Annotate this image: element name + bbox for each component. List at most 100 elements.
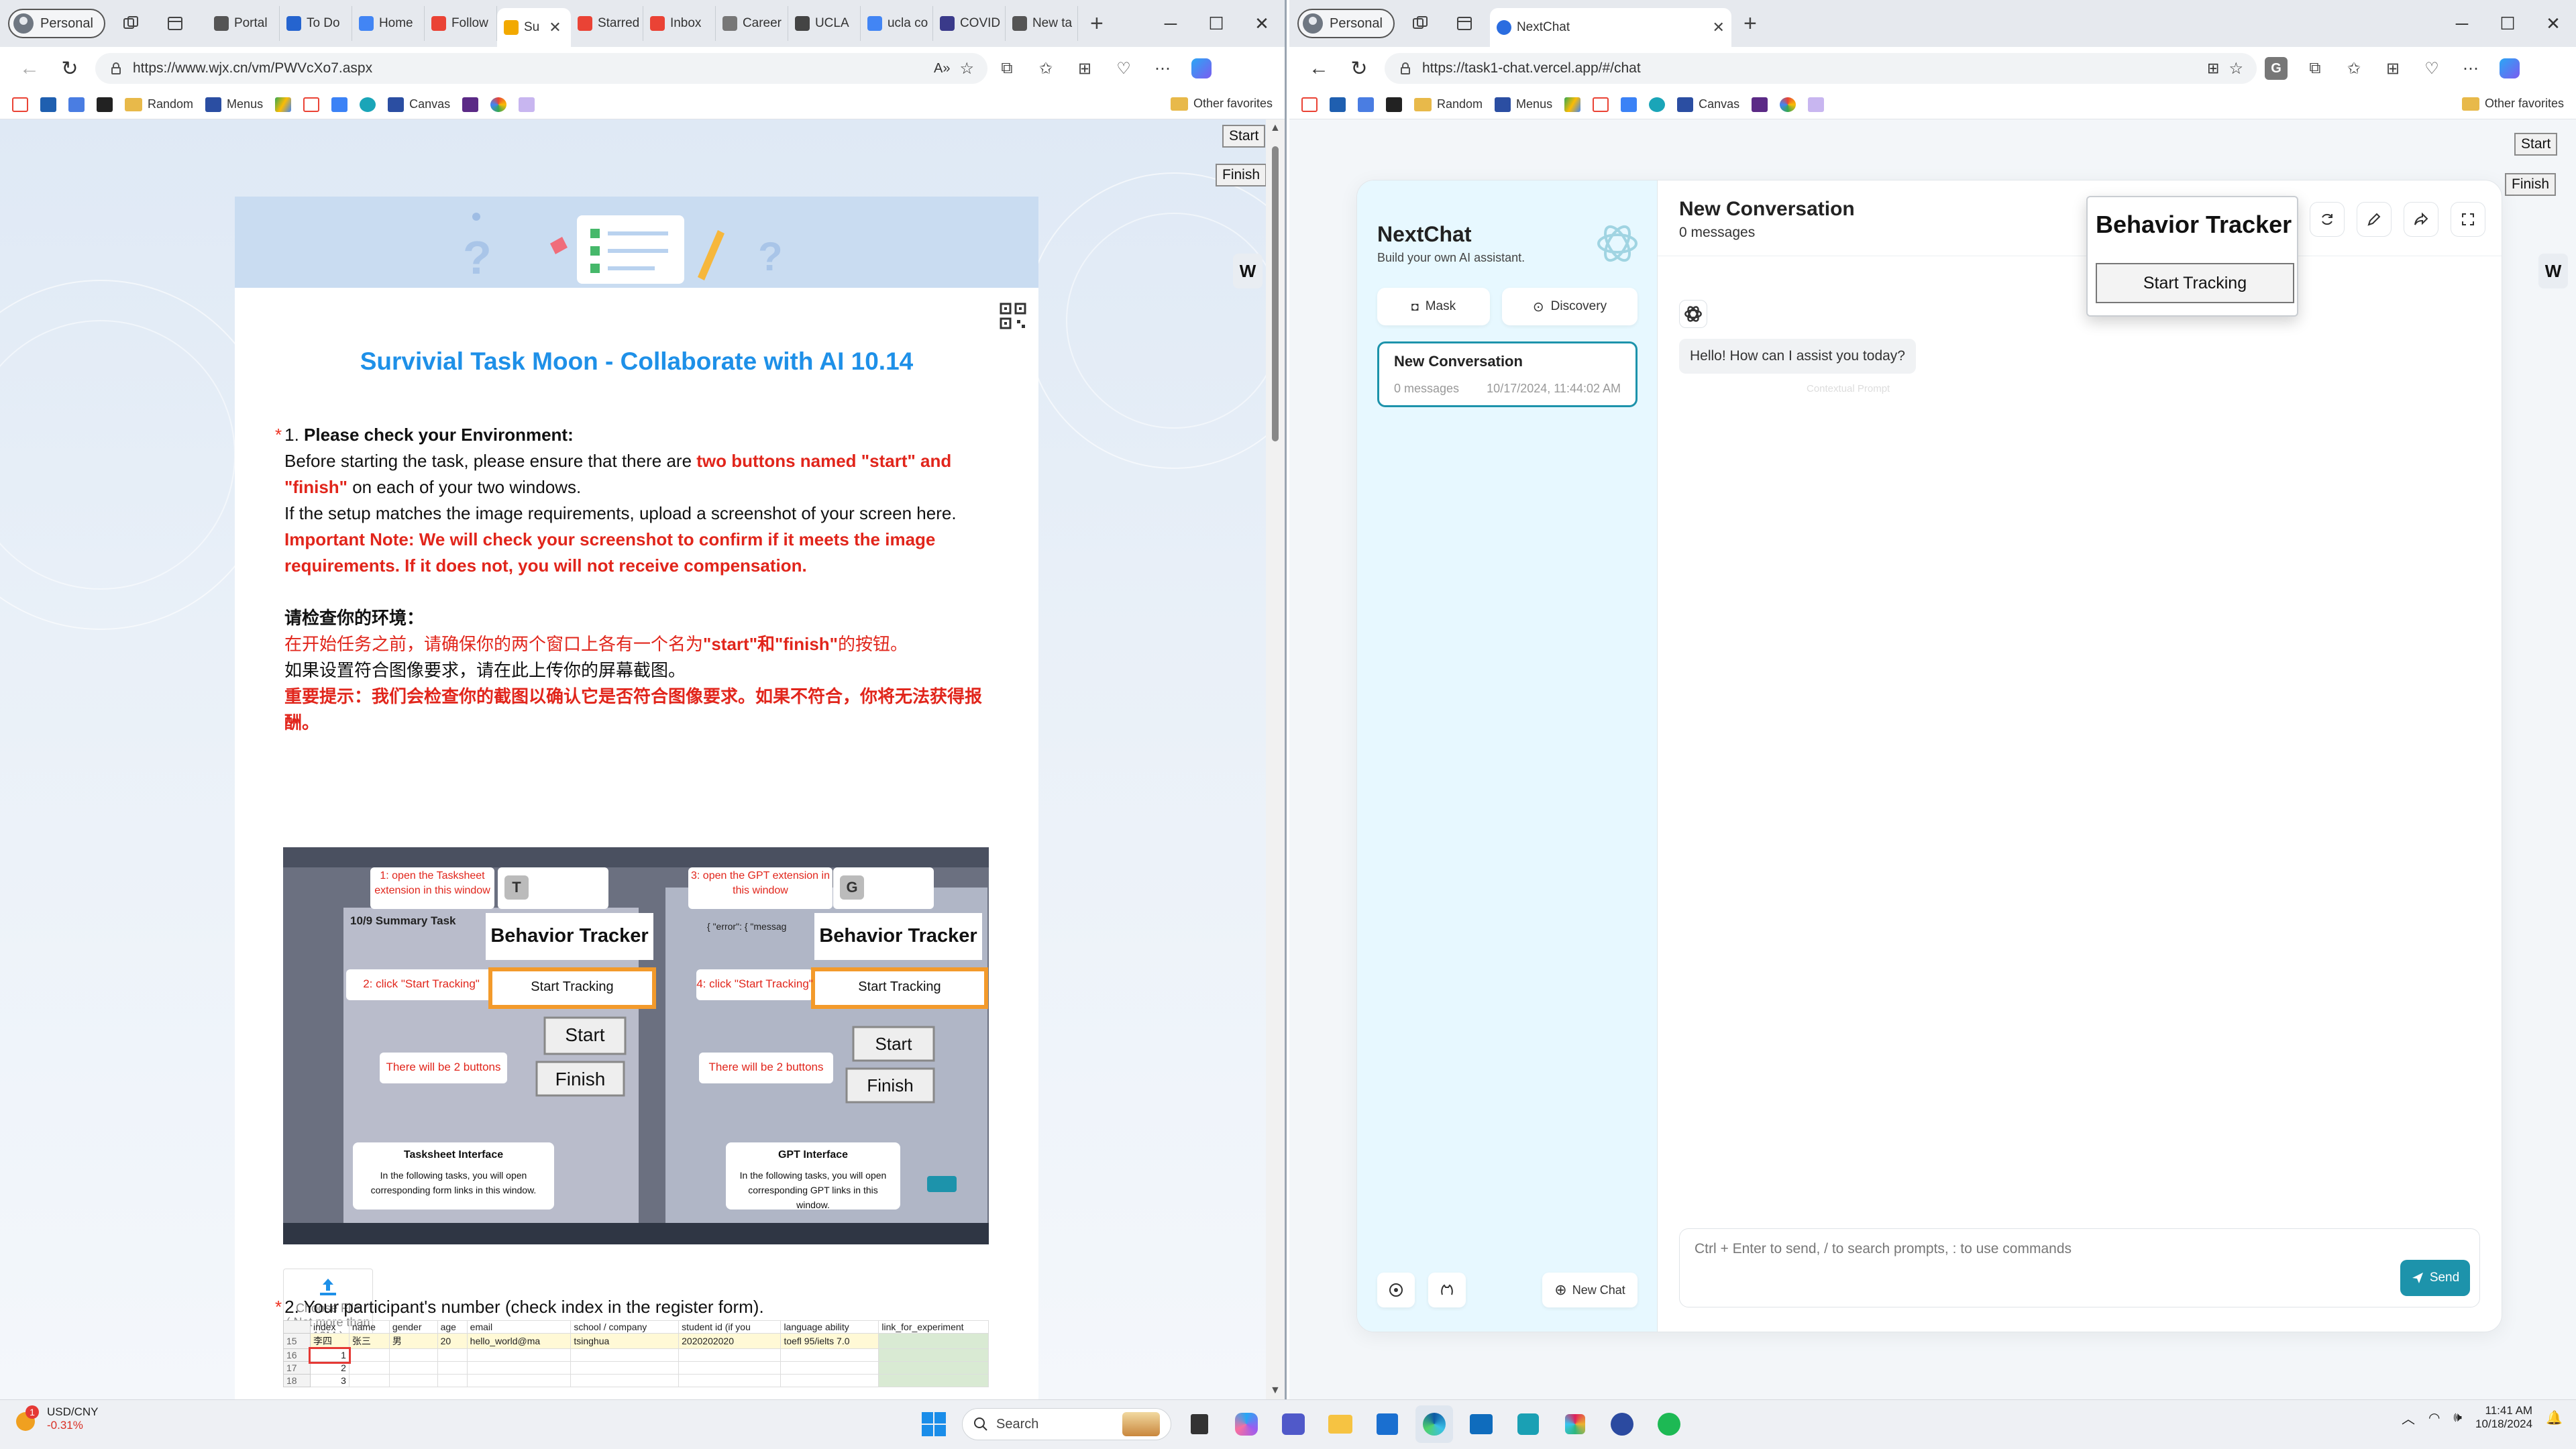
address-bar[interactable]: https://www.wjx.cn/vm/PWVcXo7.aspx A» ☆: [95, 53, 987, 84]
tab-item[interactable]: Home: [352, 6, 425, 41]
tab-item[interactable]: To Do: [280, 6, 352, 41]
page-scrollbar[interactable]: ▲ ▼: [1266, 119, 1285, 1399]
conversation-item[interactable]: New Conversation 0 messages 10/17/2024, …: [1377, 341, 1638, 407]
tab-item[interactable]: Starred: [571, 6, 643, 41]
fav-calendar[interactable]: [331, 97, 348, 112]
fav-menus[interactable]: Menus: [205, 97, 263, 112]
minimize-button[interactable]: ─: [2439, 0, 2485, 47]
fav-random[interactable]: Random: [1414, 97, 1483, 111]
extensions-icon[interactable]: ⧉: [2296, 49, 2334, 88]
refresh-chat-button[interactable]: [2310, 202, 2345, 237]
clock[interactable]: 11:41 AM 10/18/2024: [2475, 1404, 2532, 1431]
extensions-icon[interactable]: ⧉: [987, 49, 1026, 88]
copilot-icon[interactable]: [1182, 49, 1221, 88]
scroll-up-icon[interactable]: ▲: [1270, 122, 1281, 134]
workspaces-icon[interactable]: [112, 5, 150, 42]
browser-essentials-icon[interactable]: ♡: [2412, 49, 2451, 88]
w-extension-button[interactable]: W: [2538, 254, 2568, 288]
refresh-button[interactable]: ↻: [50, 48, 90, 89]
wifi-icon[interactable]: ◠: [2428, 1409, 2440, 1426]
favorites-icon[interactable]: ✩: [2334, 49, 2373, 88]
close-tab-icon[interactable]: ✕: [1713, 19, 1725, 36]
edit-chat-button[interactable]: [2357, 202, 2392, 237]
finish-button[interactable]: Finish: [1216, 164, 1267, 186]
back-button[interactable]: ←: [9, 48, 50, 89]
fullscreen-button[interactable]: [2451, 202, 2485, 237]
tab-item[interactable]: Inbox: [643, 6, 716, 41]
stock-widget[interactable]: 1 USD/CNY -0.31%: [13, 1405, 99, 1432]
fav-canvas[interactable]: Canvas: [388, 97, 450, 112]
close-window-button[interactable]: ✕: [1239, 0, 1285, 47]
close-window-button[interactable]: ✕: [2530, 0, 2576, 47]
copilot-taskbar-icon[interactable]: [1228, 1405, 1265, 1443]
scroll-down-icon[interactable]: ▼: [1270, 1385, 1281, 1397]
slack-icon[interactable]: [1556, 1405, 1594, 1443]
fav-gmail2[interactable]: [1593, 97, 1609, 112]
fav-link[interactable]: [40, 97, 56, 112]
show-hidden-icons[interactable]: ︿: [2402, 1408, 2415, 1428]
start-tracking-button[interactable]: Start Tracking: [2096, 263, 2294, 303]
profile-button[interactable]: Personal: [8, 9, 105, 38]
fav-j[interactable]: [1386, 97, 1402, 112]
workspaces-icon[interactable]: [1401, 5, 1439, 42]
spotify-icon[interactable]: [1650, 1405, 1688, 1443]
fav-teal[interactable]: [1649, 97, 1666, 112]
address-bar[interactable]: https://task1-chat.vercel.app/#/chat ⊞ ☆: [1385, 53, 2257, 84]
fav-docs[interactable]: [1358, 97, 1374, 112]
other-favorites[interactable]: Other favorites: [1170, 97, 1273, 111]
maximize-button[interactable]: ☐: [2485, 0, 2530, 47]
task-view-icon[interactable]: [1181, 1405, 1218, 1443]
favorite-star-icon[interactable]: ☆: [2229, 59, 2243, 78]
share-chat-button[interactable]: [2404, 202, 2438, 237]
start-button[interactable]: Start: [1222, 125, 1266, 148]
tab-item[interactable]: ucla co: [861, 6, 933, 41]
fav-canvas[interactable]: Canvas: [1677, 97, 1739, 112]
file-explorer-icon[interactable]: [1322, 1405, 1359, 1443]
more-menu-icon[interactable]: ⋯: [1143, 49, 1182, 88]
fav-drive[interactable]: [1564, 97, 1581, 112]
discovery-button[interactable]: ⊙ Discovery: [1502, 288, 1638, 325]
read-aloud-icon[interactable]: A»: [934, 61, 950, 76]
tab-item[interactable]: New ta: [1006, 6, 1078, 41]
fav-j[interactable]: [97, 97, 113, 112]
notification-bell-icon[interactable]: 🔔: [2546, 1409, 2563, 1426]
favorites-icon[interactable]: ✩: [1026, 49, 1065, 88]
fav-more[interactable]: [519, 97, 535, 112]
browser-essentials-icon[interactable]: ♡: [1104, 49, 1143, 88]
tab-item[interactable]: UCLA: [788, 6, 861, 41]
new-tab-button[interactable]: +: [1743, 12, 1757, 35]
refresh-button[interactable]: ↻: [1339, 48, 1379, 89]
fav-menus[interactable]: Menus: [1495, 97, 1552, 112]
fav-more[interactable]: [1808, 97, 1825, 112]
tab-actions-icon[interactable]: [1446, 5, 1483, 42]
fav-link[interactable]: [1330, 97, 1346, 112]
back-button[interactable]: ←: [1299, 48, 1339, 89]
fav-teal[interactable]: [360, 97, 376, 112]
taskbar-search[interactable]: Search: [962, 1408, 1171, 1440]
chat-input[interactable]: Ctrl + Enter to send, / to search prompt…: [1679, 1228, 2480, 1307]
close-tab-icon[interactable]: ✕: [549, 19, 561, 36]
maximize-button[interactable]: ☐: [1193, 0, 1239, 47]
fav-calendar[interactable]: [1621, 97, 1638, 112]
minimize-button[interactable]: ─: [1148, 0, 1193, 47]
fav-chrome[interactable]: [490, 97, 507, 112]
outlook-icon[interactable]: [1462, 1405, 1500, 1443]
fav-gmail[interactable]: [1301, 97, 1318, 112]
finish-button[interactable]: Finish: [2505, 173, 2557, 196]
tab-item[interactable]: Follow: [425, 6, 497, 41]
vpn-icon[interactable]: [1603, 1405, 1641, 1443]
start-menu-icon[interactable]: [915, 1405, 953, 1443]
edge-icon[interactable]: [1415, 1405, 1453, 1443]
microsoft-store-icon[interactable]: [1368, 1405, 1406, 1443]
start-button[interactable]: Start: [2514, 133, 2558, 156]
new-chat-button[interactable]: ⊕ New Chat: [1542, 1273, 1638, 1307]
whiteboard-icon[interactable]: [1509, 1405, 1547, 1443]
fav-drive[interactable]: [275, 97, 292, 112]
volume-icon[interactable]: 🕪: [2453, 1410, 2462, 1426]
teams-icon[interactable]: [1275, 1405, 1312, 1443]
favorite-star-icon[interactable]: ☆: [959, 59, 974, 78]
tab-item[interactable]: Portal: [207, 6, 280, 41]
send-button[interactable]: Send: [2400, 1260, 2470, 1296]
fav-purple[interactable]: [1752, 97, 1768, 112]
fav-purple[interactable]: [462, 97, 479, 112]
